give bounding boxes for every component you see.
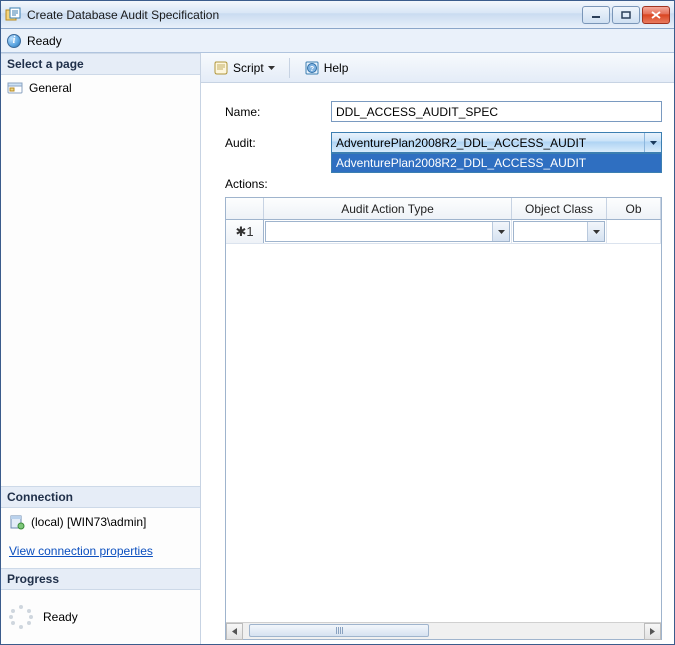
help-icon: ? [304, 60, 320, 76]
cell-object-class-combo[interactable] [513, 221, 605, 242]
window-title: Create Database Audit Specification [27, 8, 582, 22]
help-button[interactable]: ? Help [298, 58, 355, 78]
name-input[interactable] [331, 101, 662, 122]
progress-header: Progress [1, 568, 200, 590]
status-bar: i Ready [1, 29, 674, 53]
script-icon [213, 60, 229, 76]
select-page-header: Select a page [1, 53, 200, 75]
name-label: Name: [225, 105, 331, 119]
chevron-down-icon [492, 222, 509, 241]
actions-label: Actions: [225, 177, 662, 191]
audit-selected-value: AdventurePlan2008R2_DDL_ACCESS_AUDIT [332, 136, 644, 150]
table-row[interactable]: ✱1 [226, 220, 661, 244]
page-item-general[interactable]: General [7, 79, 194, 97]
audit-label: Audit: [225, 136, 331, 150]
status-text: Ready [27, 34, 62, 48]
close-button[interactable] [642, 6, 670, 24]
grid-col-audit-action-type[interactable]: Audit Action Type [264, 198, 512, 219]
connection-text: (local) [WIN73\admin] [31, 515, 146, 529]
scroll-left-button[interactable] [226, 623, 243, 640]
maximize-button[interactable] [612, 6, 640, 24]
chevron-down-icon [268, 66, 275, 70]
horizontal-scrollbar[interactable] [226, 622, 661, 639]
progress-text: Ready [43, 610, 78, 624]
audit-combobox[interactable]: AdventurePlan2008R2_DDL_ACCESS_AUDIT [331, 132, 662, 153]
titlebar: Create Database Audit Specification [1, 1, 674, 29]
script-label: Script [233, 61, 264, 75]
chevron-down-icon [644, 133, 661, 152]
dialog-window: Create Database Audit Specification i Re… [0, 0, 675, 645]
toolbar-separator [289, 58, 290, 78]
grid-col-object[interactable]: Ob [607, 198, 661, 219]
page-icon [7, 81, 23, 95]
scroll-track[interactable] [243, 623, 644, 639]
info-icon: i [7, 34, 21, 48]
page-item-label: General [29, 81, 72, 95]
help-label: Help [324, 61, 349, 75]
script-button[interactable]: Script [207, 58, 281, 78]
chevron-down-icon [587, 222, 604, 241]
cell-audit-action-type-combo[interactable] [265, 221, 510, 242]
window-buttons [582, 6, 670, 24]
grid-col-object-class[interactable]: Object Class [512, 198, 607, 219]
toolbar: Script ? Help [201, 53, 674, 83]
right-pane: Script ? Help Name: [201, 53, 674, 644]
server-icon [9, 514, 25, 530]
actions-grid: Audit Action Type Object Class Ob ✱1 [225, 197, 662, 640]
progress-spinner-icon [9, 605, 33, 629]
app-icon [5, 7, 21, 23]
view-connection-properties-link[interactable]: View connection properties [9, 544, 153, 558]
minimize-button[interactable] [582, 6, 610, 24]
audit-dropdown-list: AdventurePlan2008R2_DDL_ACCESS_AUDIT [331, 153, 662, 173]
grid-col-rowheader [226, 198, 264, 219]
scroll-thumb[interactable] [249, 624, 429, 637]
row-marker: ✱1 [226, 220, 264, 243]
audit-dropdown-item[interactable]: AdventurePlan2008R2_DDL_ACCESS_AUDIT [332, 154, 661, 172]
left-pane: Select a page General Connection [1, 53, 201, 644]
connection-header: Connection [1, 486, 200, 508]
scroll-right-button[interactable] [644, 623, 661, 640]
svg-text:?: ? [310, 66, 314, 73]
